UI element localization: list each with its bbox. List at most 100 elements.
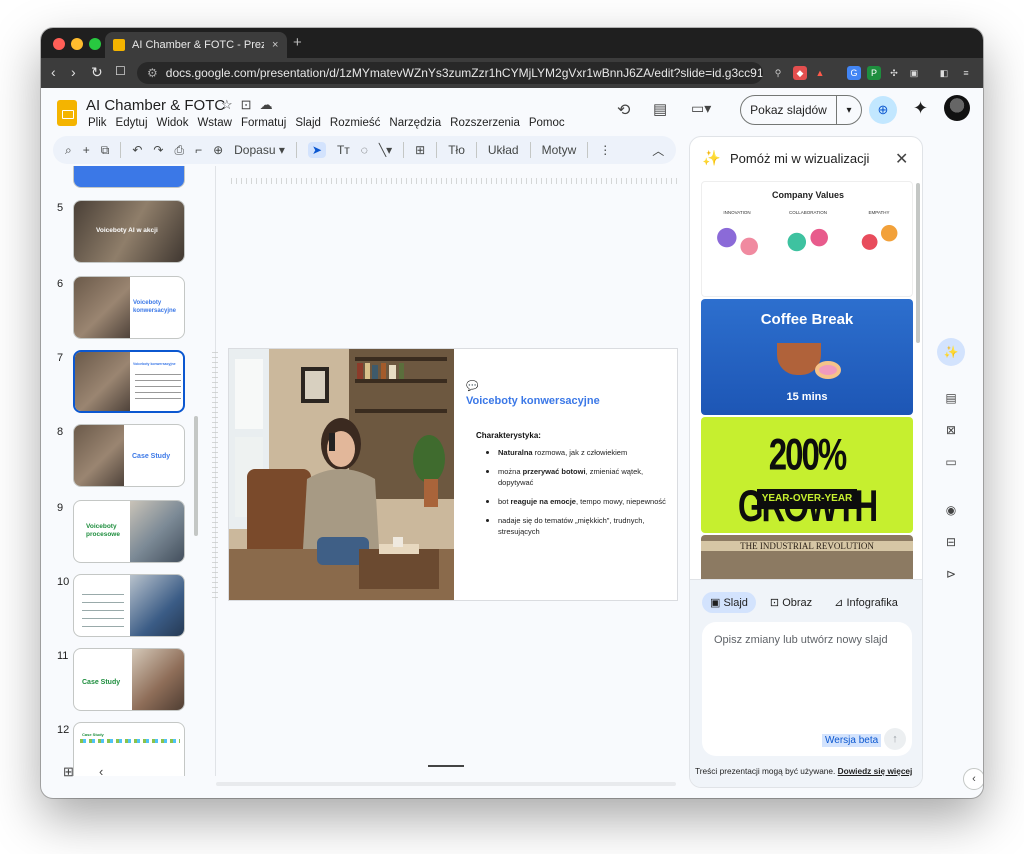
avatar[interactable] [944,95,970,121]
canvas-horizontal-scrollbar[interactable] [216,782,676,786]
meet-icon[interactable]: ▭▾ [691,100,711,117]
grid-view-icon[interactable]: ⊞ [63,764,74,780]
slide-photo[interactable] [229,349,454,600]
visualize-icon[interactable]: ✨ [937,338,965,366]
slide-thumbnail[interactable]: Voiceboty konwersacyjne [73,276,185,339]
zoom-icon[interactable]: ⊕ [213,143,223,157]
document-title[interactable]: AI Chamber & FOTC [86,97,225,114]
select-cursor-icon[interactable]: ➤ [307,142,326,158]
reload-icon[interactable]: ↻ [91,64,103,81]
record-icon[interactable]: ◉ [937,496,965,524]
suggestion-card-growth[interactable]: 200% GROWTH YEAR-OVER-YEAR [701,417,913,533]
slideshow-label[interactable]: Pokaz slajdów [741,96,837,124]
tab-infographic[interactable]: ⊿ Infografika [826,592,906,613]
site-settings-icon[interactable]: ⚙ [147,66,158,80]
slide-thumbnail[interactable]: Case Study [73,722,185,776]
tab-slide[interactable]: ▣ Slajd [702,592,756,613]
slideshow-button[interactable]: Pokaz slajdów ▾ [740,95,862,125]
slide-subtitle[interactable]: Charakterystyka: [476,431,541,440]
minimize-window-button[interactable] [71,38,83,50]
new-slide-layout-icon[interactable]: ⧉ [101,143,110,158]
tab-image[interactable]: ⊡ Obraz [762,592,820,613]
back-icon[interactable]: ‹ [51,64,56,80]
menu-icon[interactable]: ≡ [959,66,973,80]
background-button[interactable]: Tło [448,143,465,157]
collapse-toolbar-icon[interactable]: ︿ [652,142,664,159]
print-icon[interactable]: ⎙ [174,143,184,158]
rewards-icon[interactable]: ▲ [813,66,827,80]
menu-file[interactable]: Plik [88,117,107,129]
star-icon[interactable]: ☆ [221,97,241,112]
cloud-status-icon[interactable]: ☁ [260,97,281,112]
more-options-icon[interactable]: ⋮ [599,143,611,157]
present-icon[interactable]: ⊳ [937,560,965,588]
tasks-icon[interactable]: ⊠ [937,416,965,444]
paint-format-icon[interactable]: ⌐ [195,143,202,157]
prompt-input[interactable]: Opisz zmiany lub utwórz nowy slajd Wersj… [702,622,912,756]
slide-thumbnail[interactable] [73,166,185,188]
slides-logo-icon[interactable] [57,100,77,126]
share-button[interactable]: ⊕ [869,96,897,124]
brave-shield-icon[interactable]: ◆ [793,66,807,80]
send-arrow-icon[interactable]: ↑ [884,728,906,750]
shape-icon[interactable]: ◌ [361,143,368,157]
menu-help[interactable]: Pomoc [529,117,565,129]
zoom-select[interactable]: Dopasu ▾ [234,143,285,157]
suggestion-card-company-values[interactable]: Company Values INNOVATION COLLABORATION … [701,181,913,297]
slide-thumbnail[interactable]: Voiceboty AI w akcji [73,200,185,263]
tab-close-icon[interactable]: × [272,39,278,51]
text-box-icon[interactable]: Tт [337,143,350,157]
undo-icon[interactable]: ↶ [132,143,142,157]
suggestion-card-coffee-break[interactable]: Coffee Break 15 mins [701,299,913,415]
collapse-filmstrip-icon[interactable]: ‹ [99,764,103,779]
screenshot-icon[interactable]: ▣ [907,66,921,80]
menu-extensions[interactable]: Rozszerzenia [450,117,520,129]
sidebar-icon[interactable]: ◧ [937,66,951,80]
learn-more-link[interactable]: Dowiedz się więcej [838,766,913,776]
bookmark-icon[interactable]: ☐ [115,64,126,78]
slide-thumbnail[interactable] [73,574,185,637]
menu-arrange[interactable]: Rozmieść [330,117,380,129]
new-slide-icon[interactable]: + [83,143,90,157]
lock-icon[interactable]: ⚲ [771,66,785,80]
menu-slide[interactable]: Slajd [295,117,321,129]
speaker-notes-handle[interactable] [428,765,464,767]
collapse-side-panel-icon[interactable]: ‹ [963,768,983,790]
redo-icon[interactable]: ↷ [153,143,163,157]
move-folder-icon[interactable]: ⊡ [241,97,260,112]
extensions-puzzle-icon[interactable]: ✣ [887,66,901,80]
insert-comment-icon[interactable]: ⊞ [415,143,425,157]
history-icon[interactable]: ⟲ [617,100,630,120]
menu-format[interactable]: Formatuj [241,117,286,129]
search-menus-icon[interactable]: ⌕ [65,143,72,158]
extension-p-icon[interactable]: P [867,66,881,80]
slide-title[interactable]: Voiceboty konwersacyjne [466,395,600,407]
folder-icon[interactable]: ▭ [937,448,965,476]
slide-thumbnail[interactable]: Case Study [73,424,185,487]
gemini-icon[interactable]: ✦ [913,98,928,119]
video-icon[interactable]: ⊟ [937,528,965,556]
close-icon[interactable]: ✕ [895,149,908,169]
extension-icon[interactable]: G [847,66,861,80]
slide-thumbnail[interactable]: Voiceboty procesowe [73,500,185,563]
menu-edit[interactable]: Edytuj [116,117,148,129]
slideshow-dropdown-icon[interactable]: ▾ [837,105,861,116]
keep-icon[interactable]: ▤ [937,384,965,412]
slide-bullet-list[interactable]: Naturalna rozmowa, jak z człowiekiem moż… [486,447,666,545]
line-icon[interactable]: ╲▾ [379,143,392,157]
slide-thumbnail[interactable]: Case Study [73,648,185,711]
new-tab-button[interactable]: + [293,34,302,51]
theme-button[interactable]: Motyw [542,143,577,157]
filmstrip-scrollbar[interactable] [194,416,198,536]
url-bar[interactable]: ⚙ docs.google.com/presentation/d/1zMYmat… [137,62,763,84]
browser-tab[interactable]: AI Chamber & FOTC - Prezenta × [105,32,287,58]
panel-scrollbar[interactable] [916,183,920,343]
close-window-button[interactable] [53,38,65,50]
forward-icon[interactable]: › [71,64,76,80]
maximize-window-button[interactable] [89,38,101,50]
current-slide[interactable]: 💬 Voiceboty konwersacyjne Charakterystyk… [228,348,678,601]
menu-tools[interactable]: Narzędzia [389,117,441,129]
menu-view[interactable]: Widok [157,117,189,129]
comments-icon[interactable]: ▤ [653,100,667,118]
menu-insert[interactable]: Wstaw [197,117,232,129]
